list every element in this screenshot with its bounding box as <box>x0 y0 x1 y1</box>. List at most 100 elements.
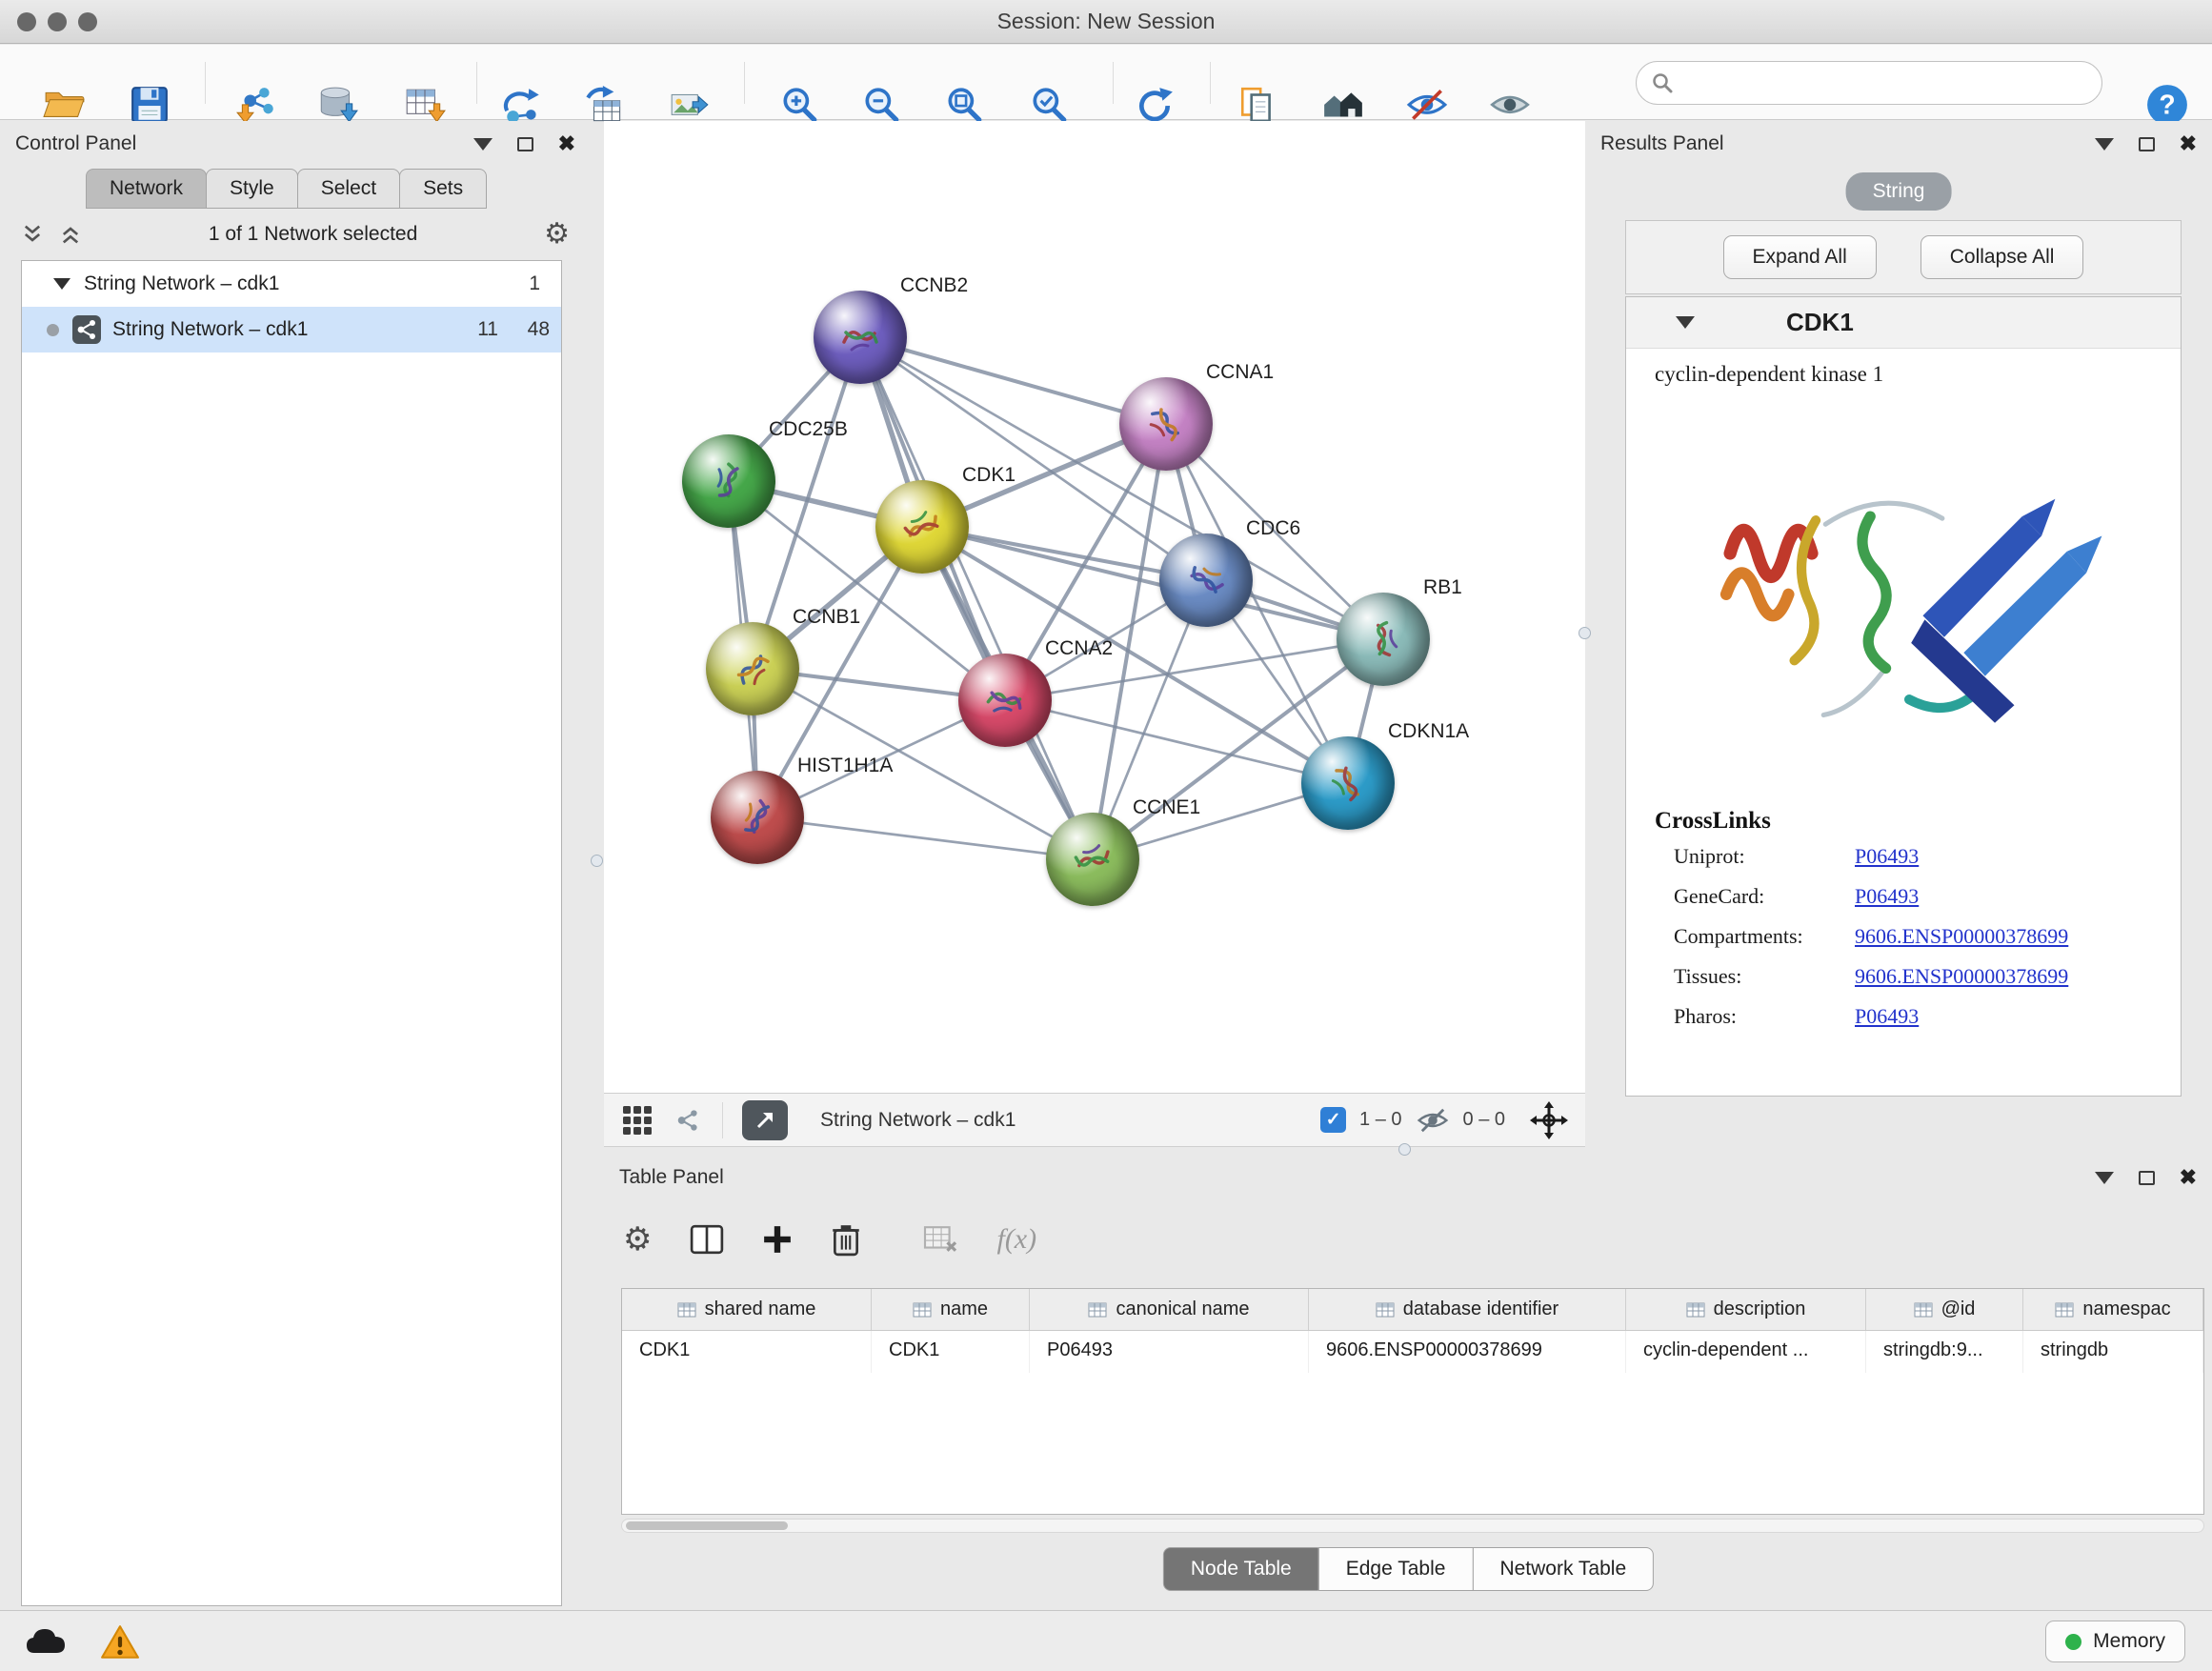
network-view: CCNB2CCNA1CDC25BCDK1CDC6RB1CCNB1CCNA2CDK… <box>604 121 1585 1155</box>
tab-select[interactable]: Select <box>297 169 400 209</box>
network-node-ccnb1[interactable] <box>706 622 799 715</box>
table-cell[interactable]: stringdb:9... <box>1866 1331 2023 1373</box>
close-panel-icon[interactable]: ✖ <box>2180 1167 2197 1188</box>
column-type-icon <box>1376 1302 1395 1318</box>
network-node-label: RB1 <box>1423 576 1462 599</box>
expand-all-button[interactable]: Expand All <box>1723 235 1877 279</box>
column-header-shared-name[interactable]: shared name <box>622 1289 872 1330</box>
crosslinks-title: CrossLinks <box>1655 808 2181 835</box>
network-node-cdc6[interactable] <box>1159 534 1253 627</box>
float-panel-icon[interactable] <box>517 137 533 151</box>
network-node-cdc25b[interactable] <box>682 434 775 528</box>
node-structure-glyph <box>973 668 1037 733</box>
column-header-canonical-name[interactable]: canonical name <box>1030 1289 1309 1330</box>
tab-sets[interactable]: Sets <box>399 169 487 209</box>
tab-network-table[interactable]: Network Table <box>1472 1547 1654 1591</box>
panel-menu-icon[interactable] <box>473 138 493 151</box>
network-node-hist1h1a[interactable] <box>711 771 804 864</box>
panel-menu-icon[interactable] <box>2095 1172 2114 1184</box>
float-panel-icon[interactable] <box>2139 1171 2155 1185</box>
delete-table-button-disabled[interactable] <box>922 1224 958 1255</box>
scrollbar-thumb[interactable] <box>626 1521 788 1530</box>
column-header-namespac[interactable]: namespac <box>2023 1289 2203 1330</box>
column-header--id[interactable]: @id <box>1866 1289 2023 1330</box>
network-row-selected[interactable]: String Network – cdk1 11 48 <box>22 307 561 352</box>
add-column-button[interactable] <box>762 1224 793 1255</box>
network-node-rb1[interactable] <box>1337 593 1430 686</box>
crosslink-compartments-link[interactable]: 9606.ENSP00000378699 <box>1855 924 2068 949</box>
protein-image-container <box>1626 387 2181 802</box>
crosslink-tissues-link[interactable]: 9606.ENSP00000378699 <box>1855 964 2068 989</box>
network-view-toolbar: String Network – cdk1 ✓ 1 – 0 0 – 0 <box>604 1093 1585 1147</box>
close-panel-icon[interactable]: ✖ <box>2180 133 2197 154</box>
move-crosshair-button[interactable] <box>1530 1101 1568 1139</box>
memory-button[interactable]: Memory <box>2045 1621 2185 1662</box>
network-node-cdk1[interactable] <box>875 480 969 574</box>
function-builder-button[interactable]: f(x) <box>996 1223 1036 1256</box>
table-settings-gear-icon[interactable]: ⚙ <box>623 1223 652 1256</box>
collapse-all-icon[interactable] <box>21 223 44 246</box>
tab-network[interactable]: Network <box>86 169 207 209</box>
float-panel-icon[interactable] <box>2139 137 2155 151</box>
cloud-status-button[interactable] <box>21 1622 70 1662</box>
network-node-ccne1[interactable] <box>1046 813 1139 906</box>
splitter-handle[interactable] <box>1579 627 1591 639</box>
tab-style[interactable]: Style <box>206 169 298 209</box>
node-structure-glyph <box>1127 385 1204 462</box>
delete-column-button[interactable] <box>831 1222 861 1257</box>
splitter-handle[interactable] <box>591 855 603 867</box>
protein-card-header[interactable]: CDK1 <box>1626 297 2181 349</box>
crosslink-uniprot-link[interactable]: P06493 <box>1855 844 1919 869</box>
network-edges <box>604 121 1585 1093</box>
network-canvas[interactable]: CCNB2CCNA1CDC25BCDK1CDC6RB1CCNB1CCNA2CDK… <box>604 121 1585 1093</box>
column-type-icon <box>1914 1302 1933 1318</box>
expand-all-icon[interactable] <box>59 223 82 246</box>
disclosure-triangle-icon[interactable] <box>53 278 70 290</box>
grid-view-button[interactable] <box>621 1104 654 1137</box>
zoom-fit-icon <box>944 85 984 125</box>
node-structure-glyph <box>694 447 763 515</box>
table-cell[interactable]: cyclin-dependent ... <box>1626 1331 1866 1373</box>
search-input[interactable] <box>1682 72 2086 94</box>
show-columns-button[interactable] <box>690 1223 724 1256</box>
network-node-ccna1[interactable] <box>1119 377 1213 471</box>
table-cell[interactable]: CDK1 <box>622 1331 872 1373</box>
column-header-name[interactable]: name <box>872 1289 1030 1330</box>
crosslink-pharos-link[interactable]: P06493 <box>1855 1004 1919 1029</box>
warnings-button[interactable] <box>95 1622 145 1662</box>
close-panel-icon[interactable]: ✖ <box>558 133 575 154</box>
detach-view-button[interactable] <box>742 1100 788 1140</box>
network-edge[interactable] <box>757 817 1093 859</box>
network-collection-row[interactable]: String Network – cdk1 1 <box>22 261 561 307</box>
table-cell[interactable]: P06493 <box>1030 1331 1309 1373</box>
splitter-handle[interactable] <box>1398 1143 1411 1156</box>
table-row[interactable]: CDK1CDK1P064939606.ENSP00000378699cyclin… <box>622 1331 2203 1373</box>
table-cell[interactable]: CDK1 <box>872 1331 1030 1373</box>
hidden-items-eye-icon[interactable] <box>1416 1105 1450 1136</box>
network-node-ccna2[interactable] <box>958 654 1052 747</box>
network-node-ccnb2[interactable] <box>814 291 907 384</box>
table-cell[interactable]: stringdb <box>2023 1331 2203 1373</box>
network-node-cdkn1a[interactable] <box>1301 736 1395 830</box>
tab-string[interactable]: String <box>1846 172 1952 211</box>
tab-node-table[interactable]: Node Table <box>1163 1547 1319 1591</box>
network-edge[interactable] <box>1005 700 1348 783</box>
gear-icon[interactable]: ⚙ <box>544 220 570 249</box>
table-type-tabs: Node TableEdge TableNetwork Table <box>1163 1547 1653 1591</box>
node-structure-glyph <box>833 310 888 365</box>
column-header-database-identifier[interactable]: database identifier <box>1309 1289 1626 1330</box>
footer-separator <box>722 1102 723 1138</box>
node-selection-checkbox[interactable]: ✓ <box>1320 1107 1346 1133</box>
network-edge[interactable] <box>860 337 1093 859</box>
birds-eye-view-button[interactable] <box>673 1105 703 1136</box>
panel-menu-icon[interactable] <box>2095 138 2114 151</box>
table-horizontal-scrollbar[interactable] <box>621 1519 2204 1533</box>
control-panel-title: Control Panel <box>15 132 136 155</box>
tab-edge-table[interactable]: Edge Table <box>1318 1547 1474 1591</box>
table-cell[interactable]: 9606.ENSP00000378699 <box>1309 1331 1626 1373</box>
crosslink-genecard-link[interactable]: P06493 <box>1855 884 1919 909</box>
column-header-description[interactable]: description <box>1626 1289 1866 1330</box>
collapse-all-button[interactable]: Collapse All <box>1920 235 2084 279</box>
search-field[interactable] <box>1636 61 2102 105</box>
collapse-entry-icon[interactable] <box>1676 316 1695 329</box>
